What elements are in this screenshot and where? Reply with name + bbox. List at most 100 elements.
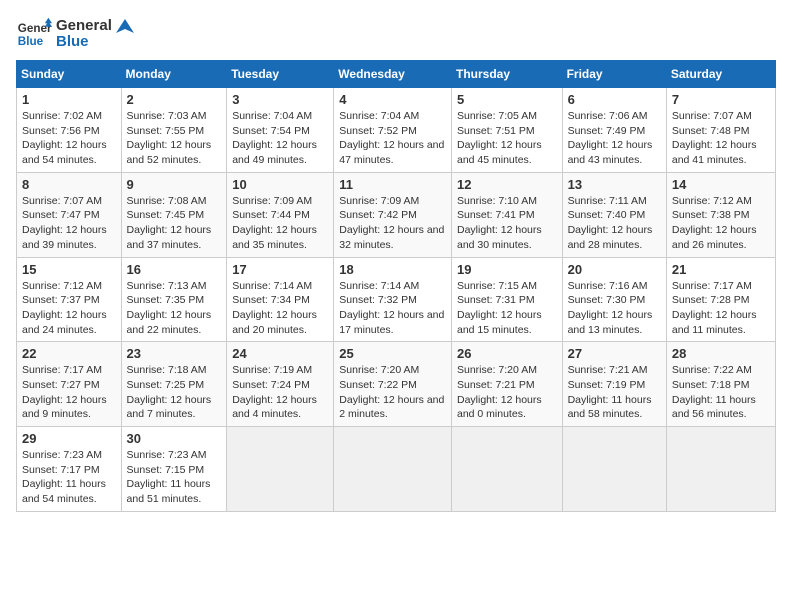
header-wednesday: Wednesday — [334, 61, 452, 88]
day-info: Sunrise: 7:23 AMSunset: 7:17 PMDaylight:… — [22, 448, 116, 507]
day-number: 28 — [672, 346, 770, 361]
day-number: 13 — [568, 177, 661, 192]
day-info: Sunrise: 7:10 AMSunset: 7:41 PMDaylight:… — [457, 194, 557, 253]
day-number: 24 — [232, 346, 328, 361]
calendar-cell: 4 Sunrise: 7:04 AMSunset: 7:52 PMDaylight… — [334, 88, 452, 173]
day-number: 2 — [127, 92, 222, 107]
calendar-cell: 11Sunrise: 7:09 AMSunset: 7:42 PMDayligh… — [334, 172, 452, 257]
calendar-cell: 14 Sunrise: 7:12 AMSunset: 7:38 PMDayligh… — [666, 172, 775, 257]
day-number: 22 — [22, 346, 116, 361]
svg-text:Blue: Blue — [18, 35, 44, 48]
calendar-cell: 16 Sunrise: 7:13 AMSunset: 7:35 PMDayligh… — [121, 257, 227, 342]
calendar-week-row: 22 Sunrise: 7:17 AMSunset: 7:27 PMDayligh… — [17, 342, 776, 427]
day-info: Sunrise: 7:19 AMSunset: 7:24 PMDaylight:… — [232, 363, 328, 422]
day-info: Sunrise: 7:07 AMSunset: 7:48 PMDaylight:… — [672, 109, 770, 168]
calendar-week-row: 8 Sunrise: 7:07 AMSunset: 7:47 PMDaylight… — [17, 172, 776, 257]
day-info: Sunrise: 7:18 AMSunset: 7:25 PMDaylight:… — [127, 363, 222, 422]
day-number: 7 — [672, 92, 770, 107]
calendar-cell: 20 Sunrise: 7:16 AMSunset: 7:30 PMDayligh… — [562, 257, 666, 342]
calendar-header-row: SundayMondayTuesdayWednesdayThursdayFrid… — [17, 61, 776, 88]
day-number: 11 — [339, 177, 446, 192]
day-info: Sunrise: 7:05 AMSunset: 7:51 PMDaylight:… — [457, 109, 557, 168]
header: General Blue General Blue — [16, 16, 776, 52]
day-number: 19 — [457, 262, 557, 277]
header-monday: Monday — [121, 61, 227, 88]
calendar-cell: 23 Sunrise: 7:18 AMSunset: 7:25 PMDayligh… — [121, 342, 227, 427]
calendar-cell: 8 Sunrise: 7:07 AMSunset: 7:47 PMDaylight… — [17, 172, 122, 257]
day-info: Sunrise: 7:12 AMSunset: 7:37 PMDaylight:… — [22, 279, 116, 338]
logo: General Blue General Blue — [16, 16, 134, 52]
calendar-cell: 18 Sunrise: 7:14 AMSunset: 7:32 PMDayligh… — [334, 257, 452, 342]
day-number: 27 — [568, 346, 661, 361]
day-number: 20 — [568, 262, 661, 277]
calendar-cell: 22 Sunrise: 7:17 AMSunset: 7:27 PMDayligh… — [17, 342, 122, 427]
calendar-cell — [451, 427, 562, 512]
header-tuesday: Tuesday — [227, 61, 334, 88]
day-info: Sunrise: 7:12 AMSunset: 7:38 PMDaylight:… — [672, 194, 770, 253]
day-info: Sunrise: 7:04 AMSunset: 7:52 PMDaylight:… — [339, 109, 446, 168]
day-info: Sunrise: 7:23 AMSunset: 7:15 PMDaylight:… — [127, 448, 222, 507]
day-number: 23 — [127, 346, 222, 361]
calendar-cell: 10Sunrise: 7:09 AMSunset: 7:44 PMDayligh… — [227, 172, 334, 257]
calendar-cell — [666, 427, 775, 512]
day-info: Sunrise: 7:13 AMSunset: 7:35 PMDaylight:… — [127, 279, 222, 338]
logo-blue: Blue — [56, 34, 134, 51]
calendar-cell: 29 Sunrise: 7:23 AMSunset: 7:17 PMDayligh… — [17, 427, 122, 512]
day-number: 30 — [127, 431, 222, 446]
day-info: Sunrise: 7:06 AMSunset: 7:49 PMDaylight:… — [568, 109, 661, 168]
day-info: Sunrise: 7:14 AMSunset: 7:34 PMDaylight:… — [232, 279, 328, 338]
day-number: 12 — [457, 177, 557, 192]
calendar-week-row: 15 Sunrise: 7:12 AMSunset: 7:37 PMDayligh… — [17, 257, 776, 342]
logo-general: General — [56, 18, 134, 35]
day-number: 18 — [339, 262, 446, 277]
day-info: Sunrise: 7:21 AMSunset: 7:19 PMDaylight:… — [568, 363, 661, 422]
logo-icon: General Blue — [16, 16, 52, 52]
day-info: Sunrise: 7:07 AMSunset: 7:47 PMDaylight:… — [22, 194, 116, 253]
day-info: Sunrise: 7:02 AMSunset: 7:56 PMDaylight:… — [22, 109, 116, 168]
calendar-cell: 25Sunrise: 7:20 AMSunset: 7:22 PMDayligh… — [334, 342, 452, 427]
day-number: 15 — [22, 262, 116, 277]
day-number: 6 — [568, 92, 661, 107]
day-number: 14 — [672, 177, 770, 192]
day-info: Sunrise: 7:17 AMSunset: 7:28 PMDaylight:… — [672, 279, 770, 338]
header-thursday: Thursday — [451, 61, 562, 88]
calendar-cell: 21Sunrise: 7:17 AMSunset: 7:28 PMDayligh… — [666, 257, 775, 342]
day-info: Sunrise: 7:14 AMSunset: 7:32 PMDaylight:… — [339, 279, 446, 338]
calendar-cell: 2 Sunrise: 7:03 AMSunset: 7:55 PMDaylight… — [121, 88, 227, 173]
header-sunday: Sunday — [17, 61, 122, 88]
day-number: 8 — [22, 177, 116, 192]
day-number: 3 — [232, 92, 328, 107]
calendar-cell: 12 Sunrise: 7:10 AMSunset: 7:41 PMDayligh… — [451, 172, 562, 257]
header-saturday: Saturday — [666, 61, 775, 88]
calendar-cell: 26Sunrise: 7:20 AMSunset: 7:21 PMDayligh… — [451, 342, 562, 427]
calendar-cell: 13Sunrise: 7:11 AMSunset: 7:40 PMDayligh… — [562, 172, 666, 257]
day-info: Sunrise: 7:17 AMSunset: 7:27 PMDaylight:… — [22, 363, 116, 422]
day-number: 17 — [232, 262, 328, 277]
day-info: Sunrise: 7:22 AMSunset: 7:18 PMDaylight:… — [672, 363, 770, 422]
calendar-cell: 27 Sunrise: 7:21 AMSunset: 7:19 PMDayligh… — [562, 342, 666, 427]
day-info: Sunrise: 7:08 AMSunset: 7:45 PMDaylight:… — [127, 194, 222, 253]
day-number: 16 — [127, 262, 222, 277]
logo-bird-icon — [116, 19, 134, 33]
day-info: Sunrise: 7:09 AMSunset: 7:44 PMDaylight:… — [232, 194, 328, 253]
day-number: 9 — [127, 177, 222, 192]
calendar-cell: 24 Sunrise: 7:19 AMSunset: 7:24 PMDayligh… — [227, 342, 334, 427]
day-number: 5 — [457, 92, 557, 107]
calendar-week-row: 1 Sunrise: 7:02 AMSunset: 7:56 PMDaylight… — [17, 88, 776, 173]
day-info: Sunrise: 7:03 AMSunset: 7:55 PMDaylight:… — [127, 109, 222, 168]
header-friday: Friday — [562, 61, 666, 88]
calendar-cell: 17 Sunrise: 7:14 AMSunset: 7:34 PMDayligh… — [227, 257, 334, 342]
calendar-cell: 15 Sunrise: 7:12 AMSunset: 7:37 PMDayligh… — [17, 257, 122, 342]
calendar-cell: 19 Sunrise: 7:15 AMSunset: 7:31 PMDayligh… — [451, 257, 562, 342]
day-number: 4 — [339, 92, 446, 107]
day-number: 29 — [22, 431, 116, 446]
calendar-cell: 6 Sunrise: 7:06 AMSunset: 7:49 PMDaylight… — [562, 88, 666, 173]
day-number: 1 — [22, 92, 116, 107]
calendar-cell: 7 Sunrise: 7:07 AMSunset: 7:48 PMDaylight… — [666, 88, 775, 173]
day-info: Sunrise: 7:16 AMSunset: 7:30 PMDaylight:… — [568, 279, 661, 338]
calendar-week-row: 29 Sunrise: 7:23 AMSunset: 7:17 PMDayligh… — [17, 427, 776, 512]
day-info: Sunrise: 7:04 AMSunset: 7:54 PMDaylight:… — [232, 109, 328, 168]
calendar-cell: 9 Sunrise: 7:08 AMSunset: 7:45 PMDaylight… — [121, 172, 227, 257]
day-info: Sunrise: 7:15 AMSunset: 7:31 PMDaylight:… — [457, 279, 557, 338]
day-number: 26 — [457, 346, 557, 361]
